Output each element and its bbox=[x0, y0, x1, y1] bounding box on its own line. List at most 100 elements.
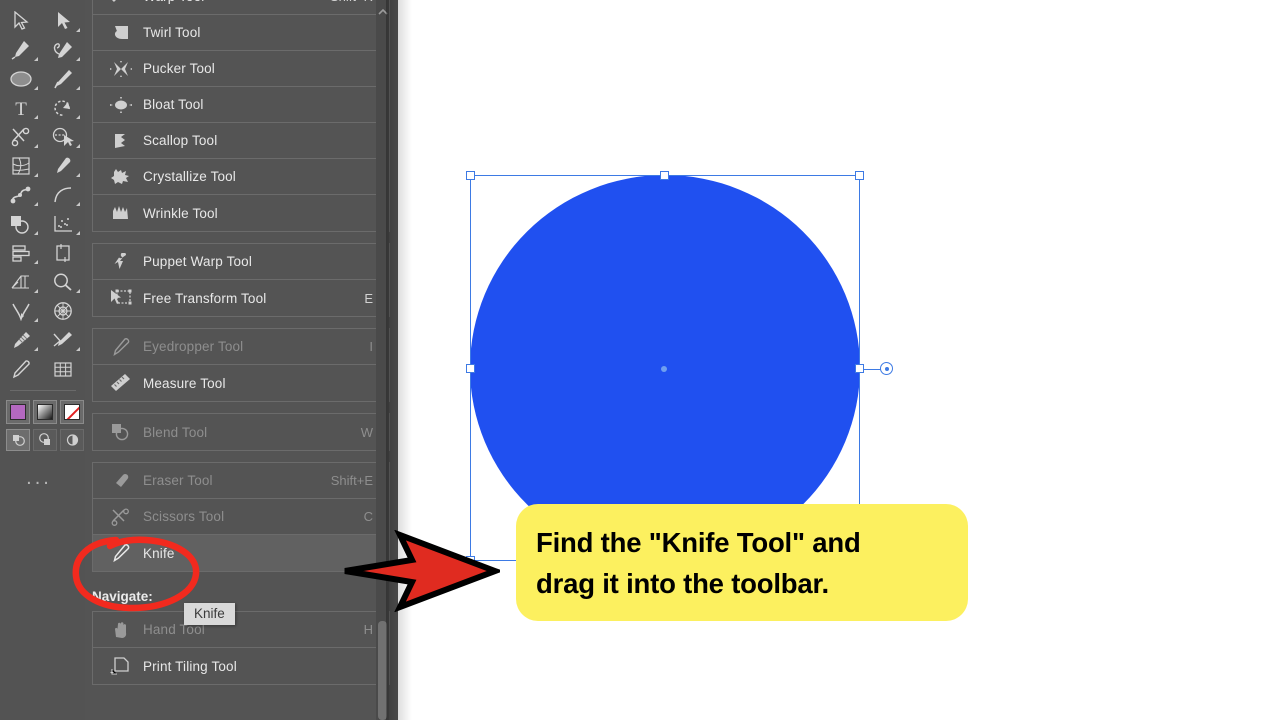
navigate-section-label: Navigate: bbox=[92, 588, 153, 604]
handle-middle-right[interactable] bbox=[855, 364, 864, 373]
handle-top-center[interactable] bbox=[660, 170, 669, 180]
tool-item-wrinkle[interactable]: Wrinkle Tool bbox=[93, 195, 389, 231]
tool-item-bloat[interactable]: Bloat Tool bbox=[93, 87, 389, 123]
flyout-corner-icon bbox=[76, 289, 80, 293]
flyout-corner-icon bbox=[76, 115, 80, 119]
flyout-corner-icon bbox=[34, 115, 38, 119]
flyout-corner-icon bbox=[76, 57, 80, 61]
target-icon[interactable] bbox=[42, 296, 84, 325]
width-icon[interactable] bbox=[0, 296, 42, 325]
eyedropper-icon[interactable] bbox=[42, 151, 84, 180]
tool-item-twirl[interactable]: Twirl Tool bbox=[93, 15, 389, 51]
handle-bottom-left[interactable] bbox=[465, 556, 475, 565]
handle-top-left[interactable] bbox=[465, 170, 475, 180]
zoom-icon[interactable] bbox=[42, 267, 84, 296]
blend-tool-icon bbox=[108, 421, 134, 443]
tool-group-cut: Eraser Tool Shift+E Scissors Tool C Knif… bbox=[85, 462, 397, 572]
grid-icon[interactable] bbox=[42, 354, 84, 383]
direct-selection-icon[interactable] bbox=[42, 6, 84, 35]
draw-inside-icon[interactable] bbox=[60, 429, 84, 451]
handle-top-right[interactable] bbox=[855, 170, 864, 180]
tool-item-warp[interactable]: Warp Tool Shift+R bbox=[93, 0, 389, 15]
tool-item-hand[interactable]: Hand Tool H bbox=[93, 612, 389, 648]
perspective-grid-icon[interactable] bbox=[0, 267, 42, 296]
flyout-corner-icon bbox=[76, 347, 80, 351]
panel-scrollbar-thumb[interactable] bbox=[378, 621, 387, 720]
handle-middle-left[interactable] bbox=[465, 364, 475, 373]
print-tiling-tool-icon bbox=[108, 655, 134, 677]
fill-color-chip bbox=[10, 404, 26, 420]
paintbrush-alt-icon[interactable] bbox=[42, 325, 84, 354]
blend-icon[interactable] bbox=[0, 209, 42, 238]
arc-icon[interactable] bbox=[42, 180, 84, 209]
tools-flyout-panel[interactable]: Warp Tool Shift+R Twirl Tool Pucker Tool bbox=[85, 0, 397, 720]
none-chip bbox=[64, 404, 80, 420]
flyout-corner-icon bbox=[34, 57, 38, 61]
flyout-corner-icon bbox=[76, 231, 80, 235]
tool-item-free-transform[interactable]: Free Transform Tool E bbox=[93, 280, 389, 316]
draw-normal-icon[interactable] bbox=[6, 429, 30, 451]
curvature-pen-icon[interactable] bbox=[42, 35, 84, 64]
tool-item-puppet-warp[interactable]: Puppet Warp Tool bbox=[93, 244, 389, 280]
tool-item-print-tiling[interactable]: Print Tiling Tool bbox=[93, 648, 389, 684]
pen-icon[interactable] bbox=[0, 35, 42, 64]
column-graph-icon[interactable] bbox=[0, 238, 42, 267]
gradient-swatch[interactable] bbox=[33, 400, 57, 424]
selection-icon[interactable] bbox=[0, 6, 42, 35]
wrinkle-tool-icon bbox=[108, 202, 134, 224]
warp-tool-icon bbox=[108, 0, 134, 8]
ellipse-icon[interactable] bbox=[0, 64, 42, 93]
scallop-tool-icon bbox=[108, 130, 134, 152]
tool-item-crystallize[interactable]: Crystallize Tool bbox=[93, 159, 389, 195]
draw-behind-icon[interactable] bbox=[33, 429, 57, 451]
gradient-mesh-icon[interactable] bbox=[0, 151, 42, 180]
eyedropper-tool-icon bbox=[108, 336, 134, 358]
none-swatch[interactable] bbox=[60, 400, 84, 424]
symbol-sprayer-icon[interactable] bbox=[0, 180, 42, 209]
rotate-icon[interactable] bbox=[42, 93, 84, 122]
panel-scrollbar-track[interactable] bbox=[376, 0, 389, 720]
puppet-warp-tool-icon bbox=[108, 251, 134, 273]
flyout-corner-icon bbox=[76, 173, 80, 177]
flyout-corner-icon bbox=[34, 173, 38, 177]
toolbar-more-button[interactable]: ... bbox=[0, 468, 78, 488]
rotation-handle[interactable] bbox=[880, 362, 893, 375]
scissors-icon[interactable] bbox=[0, 122, 42, 151]
tool-item-knife[interactable]: Knife bbox=[93, 535, 389, 571]
tool-item-scissors[interactable]: Scissors Tool C bbox=[93, 499, 389, 535]
flyout-corner-icon bbox=[76, 86, 80, 90]
tool-item-measure[interactable]: Measure Tool bbox=[93, 365, 389, 401]
rotation-connector bbox=[862, 368, 882, 370]
type-icon[interactable]: T bbox=[0, 93, 42, 122]
knife-icon[interactable] bbox=[0, 354, 42, 383]
tool-item-blend[interactable]: Blend Tool W bbox=[93, 414, 389, 450]
eraser-tool-icon bbox=[108, 470, 134, 492]
tool-item-eraser[interactable]: Eraser Tool Shift+E bbox=[93, 463, 389, 499]
shape-builder-icon[interactable] bbox=[42, 122, 84, 151]
tool-group-navigate: Hand Tool H Print Tiling Tool bbox=[85, 611, 397, 685]
tool-item-eyedropper[interactable]: Eyedropper Tool I bbox=[93, 329, 389, 365]
artboard-canvas[interactable] bbox=[398, 0, 1280, 720]
hand-tool-icon bbox=[108, 619, 134, 641]
flyout-corner-icon bbox=[34, 144, 38, 148]
toolbar-divider bbox=[9, 390, 76, 391]
shape-center-point bbox=[661, 366, 667, 372]
main-toolbar[interactable]: T ... bbox=[0, 0, 85, 720]
tool-item-pucker[interactable]: Pucker Tool bbox=[93, 51, 389, 87]
crystallize-tool-icon bbox=[108, 166, 134, 188]
scroll-up-icon[interactable] bbox=[378, 8, 388, 16]
tool-group-sample: Eyedropper Tool I Measure Tool bbox=[85, 328, 397, 402]
color-controls[interactable] bbox=[0, 400, 85, 451]
flyout-corner-icon bbox=[34, 260, 38, 264]
free-transform-tool-icon bbox=[108, 287, 134, 309]
graph-icon[interactable] bbox=[42, 209, 84, 238]
blob-brush-icon[interactable] bbox=[0, 325, 42, 354]
tool-item-scallop[interactable]: Scallop Tool bbox=[93, 123, 389, 159]
paintbrush-icon[interactable] bbox=[42, 64, 84, 93]
measure-tool-icon bbox=[108, 372, 134, 394]
flyout-corner-icon bbox=[34, 347, 38, 351]
artboard-icon[interactable] bbox=[42, 238, 84, 267]
fill-swatch[interactable] bbox=[6, 400, 30, 424]
pucker-tool-icon bbox=[108, 58, 134, 80]
flyout-corner-icon bbox=[34, 231, 38, 235]
